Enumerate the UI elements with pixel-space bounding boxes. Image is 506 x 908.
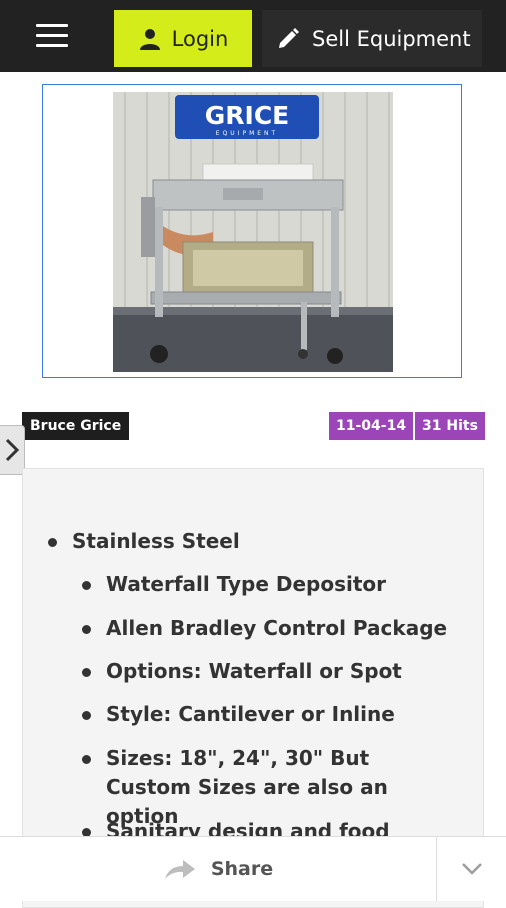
bullet-dot	[82, 711, 91, 720]
date-badge: 11-04-14	[329, 412, 414, 440]
bullet-dot	[82, 581, 91, 590]
pencil-icon	[279, 27, 299, 48]
share-label: Share	[210, 858, 274, 880]
hamburger-menu-icon[interactable]	[36, 24, 68, 48]
bullet-dot	[82, 668, 91, 677]
feature-text: Style: Cantilever or Inline	[106, 702, 395, 726]
expand-button[interactable]	[437, 837, 506, 901]
feature-text: Allen Bradley Control Package	[106, 616, 448, 640]
top-nav-bar: Login Sell Equipment	[0, 0, 506, 72]
share-bar: Share	[0, 836, 506, 901]
sell-equipment-label: Sell Equipment	[312, 26, 471, 51]
chevron-down-icon	[461, 863, 482, 875]
login-label: Login	[171, 26, 229, 51]
bullet-dot	[48, 538, 57, 547]
feature-text: Sizes: 18", 24", 30" But Custom Sizes ar…	[106, 746, 388, 828]
logo-subtext: EQUIPMENT	[216, 130, 278, 137]
author-badge[interactable]: Bruce Grice	[22, 412, 130, 440]
product-image-frame[interactable]: GRICE EQUIPMENT	[42, 84, 462, 378]
share-arrow-icon	[164, 860, 195, 879]
user-icon	[139, 28, 160, 50]
feature-text: Waterfall Type Depositor	[106, 572, 386, 596]
login-button[interactable]: Login	[114, 10, 252, 67]
list-item: Stainless Steel	[48, 527, 240, 556]
share-button[interactable]: Share	[0, 837, 436, 901]
chevron-right-icon	[5, 438, 19, 462]
product-photo: GRICE EQUIPMENT	[113, 92, 393, 372]
logo-text: GRICE	[205, 101, 290, 130]
feature-text: Stainless Steel	[72, 529, 240, 553]
hits-badge: 31 Hits	[415, 412, 485, 440]
sell-equipment-button[interactable]: Sell Equipment	[262, 10, 482, 67]
bullet-dot	[82, 625, 91, 634]
list-item: Waterfall Type Depositor	[82, 570, 386, 599]
list-item: Style: Cantilever or Inline	[82, 700, 395, 729]
list-item: Allen Bradley Control Package	[82, 614, 448, 643]
feature-text: Options: Waterfall or Spot	[106, 659, 402, 683]
list-item: Options: Waterfall or Spot	[82, 657, 402, 686]
bullet-dot	[82, 755, 91, 764]
